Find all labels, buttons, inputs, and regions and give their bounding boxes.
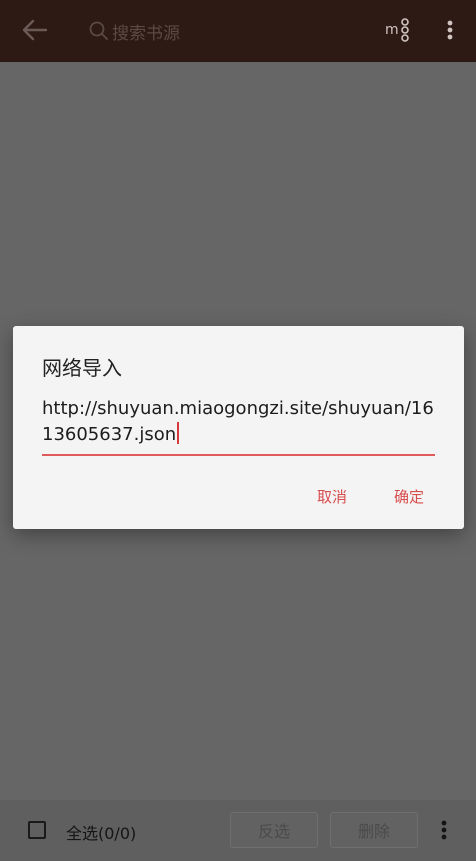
text-caret	[177, 422, 180, 444]
search-input[interactable]: 搜索书源	[112, 19, 180, 44]
top-app-bar: 搜索书源 m	[0, 0, 476, 62]
search-icon	[89, 21, 108, 40]
back-arrow-icon[interactable]	[14, 14, 54, 46]
network-import-dialog: 网络导入 http://shuyuan.miaogongzi.site/shuy…	[13, 326, 464, 529]
group-icon[interactable]: m	[384, 16, 414, 44]
bottom-action-bar: 全选(0/0) 反选 删除	[0, 800, 476, 861]
select-all-label[interactable]: 全选(0/0)	[66, 820, 136, 844]
more-vert-icon[interactable]	[440, 16, 460, 44]
cancel-button[interactable]: 取消	[317, 486, 347, 507]
url-input-value: http://shuyuan.miaogongzi.site/shuyuan/1…	[42, 398, 434, 445]
svg-text:m: m	[385, 22, 399, 38]
ok-button[interactable]: 确定	[394, 486, 424, 507]
delete-button[interactable]: 删除	[330, 812, 418, 848]
more-vert-icon[interactable]	[434, 816, 454, 844]
invert-selection-button[interactable]: 反选	[230, 812, 318, 848]
dialog-title: 网络导入	[42, 356, 122, 380]
url-input[interactable]: http://shuyuan.miaogongzi.site/shuyuan/1…	[42, 396, 435, 456]
select-all-checkbox[interactable]	[28, 821, 46, 839]
